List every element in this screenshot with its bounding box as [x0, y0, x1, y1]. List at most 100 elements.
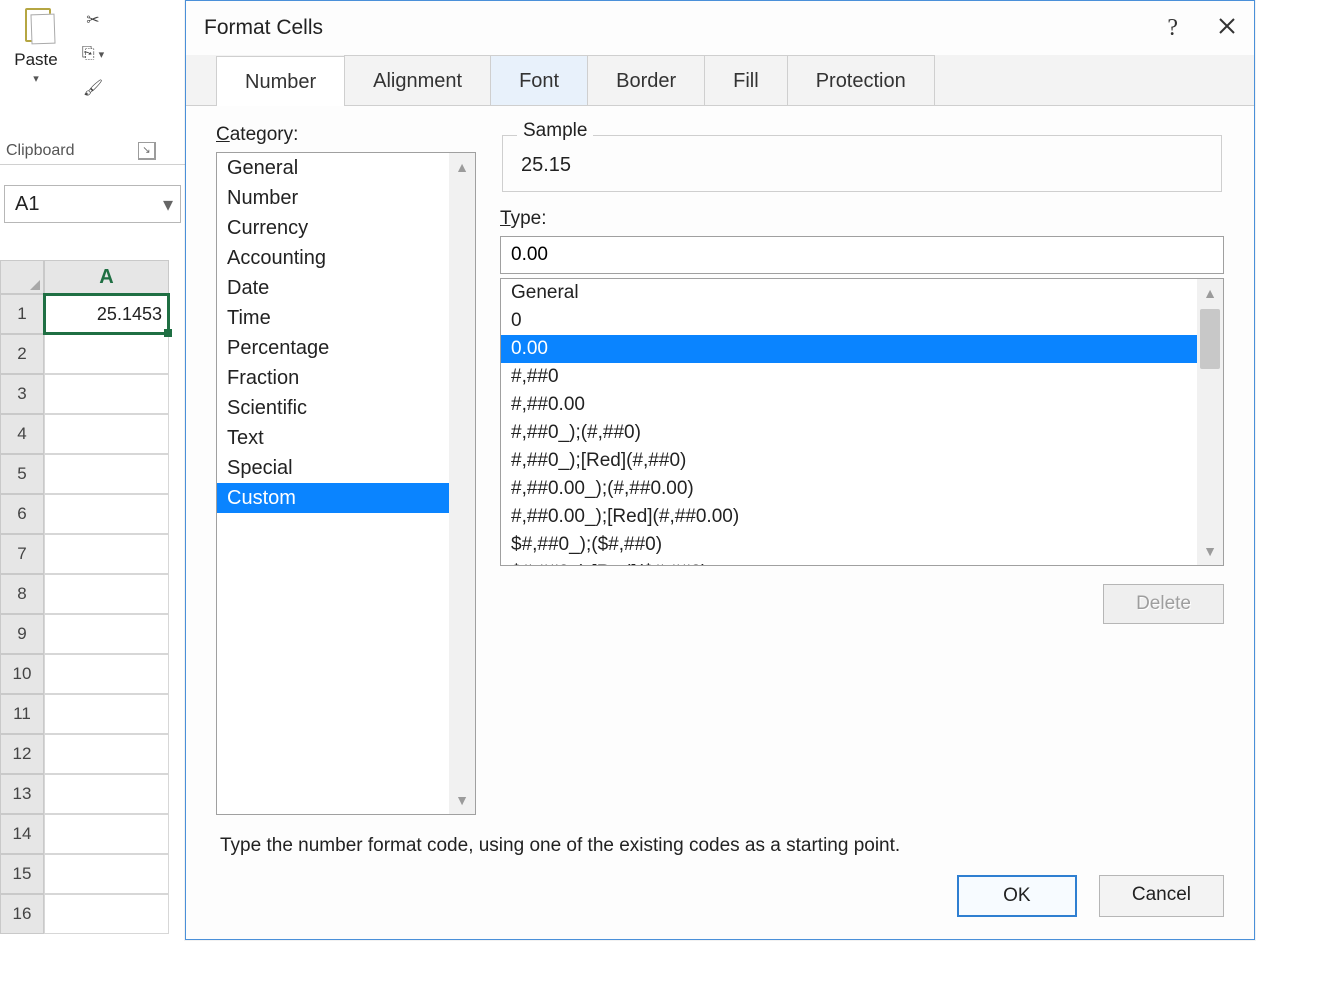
- dialog-title: Format Cells: [204, 16, 323, 40]
- scrollbar[interactable]: ▲ ▼: [449, 153, 475, 814]
- category-listbox[interactable]: GeneralNumberCurrencyAccountingDateTimeP…: [216, 152, 476, 815]
- tab-fill[interactable]: Fill: [704, 55, 788, 105]
- tab-number[interactable]: Number: [216, 56, 345, 106]
- ok-button[interactable]: OK: [957, 875, 1077, 917]
- name-box[interactable]: A1 ▾: [4, 185, 181, 223]
- row-header[interactable]: 14: [0, 814, 44, 854]
- type-item[interactable]: #,##0: [501, 363, 1223, 391]
- cell[interactable]: 25.1453: [44, 294, 169, 334]
- category-item[interactable]: Number: [217, 183, 475, 213]
- cell[interactable]: [44, 774, 169, 814]
- category-item[interactable]: Percentage: [217, 333, 475, 363]
- tab-border[interactable]: Border: [587, 55, 705, 105]
- cell[interactable]: [44, 654, 169, 694]
- cell[interactable]: [44, 814, 169, 854]
- cut-button[interactable]: ✂: [76, 6, 110, 34]
- row-header[interactable]: 7: [0, 534, 44, 574]
- clipboard-paste-icon: [19, 4, 53, 44]
- row-header[interactable]: 3: [0, 374, 44, 414]
- delete-button[interactable]: Delete: [1103, 584, 1224, 624]
- cell[interactable]: [44, 414, 169, 454]
- category-label: Category:: [216, 124, 476, 146]
- type-listbox[interactable]: General00.00#,##0#,##0.00#,##0_);(#,##0)…: [500, 278, 1224, 566]
- row-header[interactable]: 2: [0, 334, 44, 374]
- row-header[interactable]: 10: [0, 654, 44, 694]
- type-item[interactable]: General: [501, 279, 1223, 307]
- category-item[interactable]: Fraction: [217, 363, 475, 393]
- cell[interactable]: [44, 734, 169, 774]
- type-item[interactable]: #,##0.00_);(#,##0.00): [501, 475, 1223, 503]
- category-item[interactable]: Date: [217, 273, 475, 303]
- dialog-launcher-icon[interactable]: ↘: [138, 142, 156, 160]
- sample-groupbox: Sample 25.15: [502, 124, 1222, 192]
- scroll-up-icon[interactable]: ▲: [455, 159, 469, 175]
- copy-button[interactable]: ⎘▾: [76, 40, 110, 68]
- cell[interactable]: [44, 454, 169, 494]
- category-item[interactable]: General: [217, 153, 475, 183]
- row-header[interactable]: 4: [0, 414, 44, 454]
- cell[interactable]: [44, 694, 169, 734]
- type-item[interactable]: $#,##0_);[Red]($#,##0): [501, 559, 1223, 566]
- type-item[interactable]: $#,##0_);($#,##0): [501, 531, 1223, 559]
- category-item[interactable]: Text: [217, 423, 475, 453]
- cell[interactable]: [44, 374, 169, 414]
- scroll-thumb[interactable]: [1200, 309, 1220, 369]
- category-item[interactable]: Accounting: [217, 243, 475, 273]
- type-item[interactable]: #,##0_);[Red](#,##0): [501, 447, 1223, 475]
- category-item[interactable]: Scientific: [217, 393, 475, 423]
- row-header[interactable]: 15: [0, 854, 44, 894]
- type-input[interactable]: [500, 236, 1224, 274]
- select-all-corner[interactable]: [0, 260, 44, 294]
- type-item[interactable]: #,##0.00_);[Red](#,##0.00): [501, 503, 1223, 531]
- chevron-down-icon[interactable]: ▾: [158, 190, 178, 218]
- cell[interactable]: [44, 534, 169, 574]
- row-header[interactable]: 6: [0, 494, 44, 534]
- category-item[interactable]: Currency: [217, 213, 475, 243]
- category-item[interactable]: Special: [217, 453, 475, 483]
- dialog-titlebar[interactable]: Format Cells ?: [186, 1, 1254, 55]
- close-icon: [1218, 17, 1236, 35]
- help-button[interactable]: ?: [1167, 15, 1178, 42]
- row-header[interactable]: 16: [0, 894, 44, 934]
- tab-font[interactable]: Font: [490, 55, 588, 105]
- tab-alignment[interactable]: Alignment: [344, 55, 491, 105]
- scroll-down-icon[interactable]: ▼: [455, 792, 469, 808]
- scissors-icon: ✂: [86, 10, 99, 30]
- type-item[interactable]: 0: [501, 307, 1223, 335]
- paste-split-button[interactable]: Paste ▾: [6, 2, 66, 85]
- group-label: Clipboard: [6, 142, 74, 160]
- row-header[interactable]: 8: [0, 574, 44, 614]
- cell[interactable]: [44, 574, 169, 614]
- tab-protection[interactable]: Protection: [787, 55, 935, 105]
- cell[interactable]: [44, 854, 169, 894]
- worksheet-grid[interactable]: A 125.14532345678910111213141516: [0, 260, 169, 934]
- type-item[interactable]: 0.00: [501, 335, 1223, 363]
- row-header[interactable]: 12: [0, 734, 44, 774]
- scroll-up-icon[interactable]: ▲: [1203, 285, 1217, 301]
- cell[interactable]: [44, 614, 169, 654]
- cell[interactable]: [44, 894, 169, 934]
- close-button[interactable]: [1218, 14, 1236, 42]
- format-hint-text: Type the number format code, using one o…: [186, 825, 1254, 857]
- copy-icon: ⎘: [82, 45, 95, 63]
- row-header[interactable]: 1: [0, 294, 44, 334]
- sample-label: Sample: [517, 120, 593, 142]
- cancel-button[interactable]: Cancel: [1099, 875, 1224, 917]
- category-item[interactable]: Time: [217, 303, 475, 333]
- category-item[interactable]: Custom: [217, 483, 475, 513]
- row-header[interactable]: 13: [0, 774, 44, 814]
- cell[interactable]: [44, 334, 169, 374]
- dialog-tabstrip: NumberAlignmentFontBorderFillProtection: [186, 55, 1254, 106]
- type-item[interactable]: #,##0.00: [501, 391, 1223, 419]
- name-box-value: A1: [15, 193, 39, 216]
- row-header[interactable]: 5: [0, 454, 44, 494]
- format-painter-button[interactable]: 🖌: [76, 74, 110, 102]
- type-item[interactable]: #,##0_);(#,##0): [501, 419, 1223, 447]
- row-header[interactable]: 11: [0, 694, 44, 734]
- column-header-a[interactable]: A: [44, 260, 169, 294]
- row-header[interactable]: 9: [0, 614, 44, 654]
- paintbrush-icon: 🖌: [83, 78, 103, 98]
- cell[interactable]: [44, 494, 169, 534]
- scroll-down-icon[interactable]: ▼: [1203, 543, 1217, 559]
- format-cells-dialog: Format Cells ? NumberAlignmentFontBorder…: [185, 0, 1255, 940]
